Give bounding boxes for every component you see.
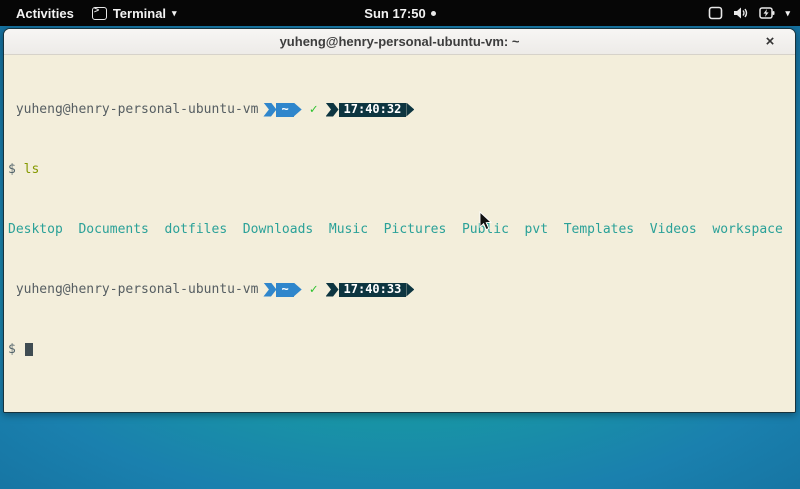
powerline-arrow-icon: [263, 283, 276, 297]
window-titlebar[interactable]: yuheng@henry-personal-ubuntu-vm: ~ ×: [4, 29, 795, 55]
clock-label: Sun 17:50: [364, 6, 425, 21]
display-icon: [708, 6, 723, 20]
prompt-line-2: yuheng@henry-personal-ubuntu-vm ~ ✓ 17:4…: [8, 282, 795, 297]
prompt-host: yuheng@henry-personal-ubuntu-vm: [8, 102, 258, 117]
prompt-line-1: yuheng@henry-personal-ubuntu-vm ~ ✓ 17:4…: [8, 102, 795, 117]
input-line: $: [8, 342, 795, 357]
powerline-time-segment: 17:40:32: [326, 103, 415, 117]
window-title: yuheng@henry-personal-ubuntu-vm: ~: [280, 34, 520, 49]
prompt-dollar: $: [8, 342, 24, 357]
powerline-tip-icon: [294, 103, 302, 117]
ls-output: Desktop Documents dotfiles Downloads Mus…: [8, 222, 795, 237]
volume-icon: [733, 6, 749, 20]
prompt-dollar: $: [8, 162, 24, 177]
powerline-arrow-icon: [326, 283, 339, 297]
terminal-icon: [92, 7, 107, 20]
battery-charging-icon: [759, 6, 775, 20]
powerline-tip-icon: [406, 283, 414, 297]
text-cursor: [25, 343, 33, 356]
app-menu-label: Terminal: [113, 6, 166, 21]
command-line: $ ls: [8, 162, 795, 177]
system-chevron-down-icon: ▾: [785, 9, 790, 18]
terminal-window: yuheng@henry-personal-ubuntu-vm: ~ × yuh…: [3, 28, 796, 413]
prompt-time-1: 17:40:32: [339, 103, 407, 117]
prompt-host: yuheng@henry-personal-ubuntu-vm: [8, 282, 258, 297]
terminal-screen[interactable]: yuheng@henry-personal-ubuntu-vm ~ ✓ 17:4…: [4, 55, 795, 412]
powerline-arrow-icon: [326, 103, 339, 117]
typed-command: ls: [24, 162, 40, 177]
prompt-path: ~: [276, 283, 293, 297]
app-menu-terminal[interactable]: Terminal ▾: [92, 6, 177, 21]
powerline-arrow-icon: [263, 103, 276, 117]
chevron-down-icon: ▾: [172, 9, 177, 18]
powerline-path-segment: ~: [263, 103, 301, 117]
powerline-tip-icon: [406, 103, 414, 117]
powerline-tip-icon: [294, 283, 302, 297]
powerline-path-segment: ~: [263, 283, 301, 297]
notification-dot-icon: [431, 11, 436, 16]
prompt-path: ~: [276, 103, 293, 117]
powerline-time-segment: 17:40:33: [326, 283, 415, 297]
activities-button[interactable]: Activities: [12, 6, 78, 21]
system-status-area[interactable]: ▾: [708, 6, 800, 20]
close-button[interactable]: ×: [761, 33, 779, 51]
gnome-top-bar: Activities Terminal ▾ Sun 17:50 ▾: [0, 0, 800, 26]
check-icon: ✓: [310, 282, 318, 297]
prompt-time-2: 17:40:33: [339, 283, 407, 297]
check-icon: ✓: [310, 102, 318, 117]
